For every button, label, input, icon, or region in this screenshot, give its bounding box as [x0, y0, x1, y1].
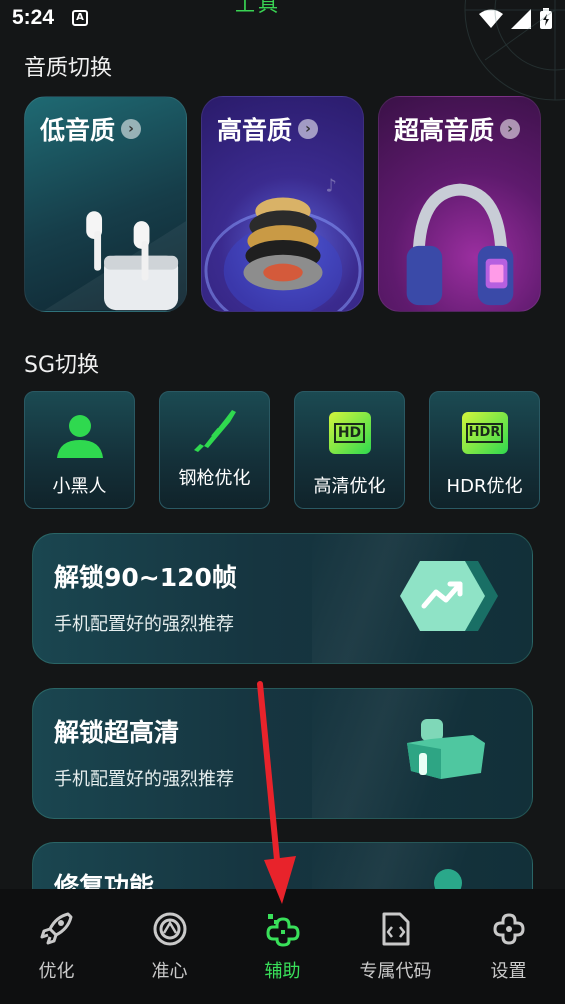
feature-card-unlock-fps[interactable]: 解锁90~120帧 手机配置好的强烈推荐 — [32, 533, 533, 664]
headphones-icon — [406, 183, 514, 306]
person-icon — [56, 415, 103, 458]
settings-icon — [492, 913, 525, 945]
nav-label: 辅助 — [264, 961, 301, 982]
quality-card-high-label-wrap: 高音质 › — [217, 111, 319, 147]
nav-label: 准心 — [151, 961, 188, 982]
quality-card-label: 低音质 — [40, 116, 116, 145]
hdr-badge-text: HDR — [465, 423, 504, 443]
rocket-icon — [40, 912, 72, 945]
nav-item-code[interactable]: 专属代码 — [339, 889, 452, 1004]
sg-section-title: SG切换 — [24, 353, 100, 378]
chevron-right-icon: › — [500, 119, 521, 139]
bottom-nav: 优化 准心 辅助 专属代码 设置 — [0, 889, 565, 1004]
hdr-badge-icon: HDR — [461, 412, 508, 454]
sg-card-hd[interactable]: HD 高清优化 — [294, 391, 405, 509]
quality-card-ultra[interactable]: 超高音质 › — [378, 96, 541, 312]
earbuds-icon — [44, 211, 186, 311]
quality-card-ultra-label-wrap: 超高音质 › — [394, 111, 521, 147]
sg-card-label: 钢枪优化 — [178, 468, 251, 489]
quality-card-high[interactable]: 高音质 › ♪ — [201, 96, 364, 312]
status-time: 5:24 — [12, 6, 55, 29]
sg-card-label: 小黑人 — [52, 476, 107, 497]
feature-card-title: 解锁90~120帧 — [54, 563, 237, 592]
nav-label: 优化 — [38, 961, 75, 982]
nav-item-settings[interactable]: 设置 — [452, 889, 565, 1004]
feature-card-subtitle: 手机配置好的强烈推荐 — [54, 769, 234, 790]
hd-badge-text: HD — [333, 423, 366, 443]
rifle-icon — [193, 410, 236, 452]
quality-card-label: 高音质 — [217, 116, 293, 145]
feature-card-title: 解锁超高清 — [54, 718, 180, 747]
sg-card-rifle[interactable]: 钢枪优化 — [159, 391, 270, 509]
code-file-icon — [382, 912, 409, 946]
nav-item-assist[interactable]: 辅助 — [226, 889, 339, 1004]
chevron-right-icon: › — [298, 119, 319, 139]
nav-item-optimize[interactable]: 优化 — [0, 889, 113, 1004]
crosshair-icon — [153, 912, 186, 946]
sg-card-hdr[interactable]: HDR HDR优化 — [429, 391, 540, 509]
trend-hexagon-icon — [400, 561, 498, 631]
page-title: 工具 — [235, 0, 281, 16]
nav-label: 专属代码 — [359, 961, 432, 982]
cube-icon — [407, 719, 485, 779]
sg-card-label: 高清优化 — [313, 476, 386, 497]
feature-card-subtitle: 手机配置好的强烈推荐 — [54, 614, 234, 635]
chevron-right-icon: › — [121, 119, 142, 139]
nav-label: 设置 — [490, 961, 527, 982]
sg-card-xiaoheiren[interactable]: 小黑人 — [24, 391, 135, 509]
nav-item-crosshair[interactable]: 准心 — [113, 889, 226, 1004]
notification-icon: A — [72, 10, 88, 26]
speaker-icon: ♪ — [204, 177, 362, 311]
puzzle-icon — [265, 914, 300, 947]
quality-card-low[interactable]: 低音质 › — [24, 96, 187, 312]
hd-badge-icon: HD — [328, 412, 371, 454]
quality-card-low-label-wrap: 低音质 › — [40, 111, 142, 147]
quality-section-title: 音质切换 — [24, 56, 113, 81]
quality-card-label: 超高音质 — [394, 116, 495, 145]
sg-card-label: HDR优化 — [446, 476, 523, 497]
svg-text:♪: ♪ — [325, 177, 336, 197]
feature-card-unlock-uhd[interactable]: 解锁超高清 手机配置好的强烈推荐 — [32, 688, 533, 819]
